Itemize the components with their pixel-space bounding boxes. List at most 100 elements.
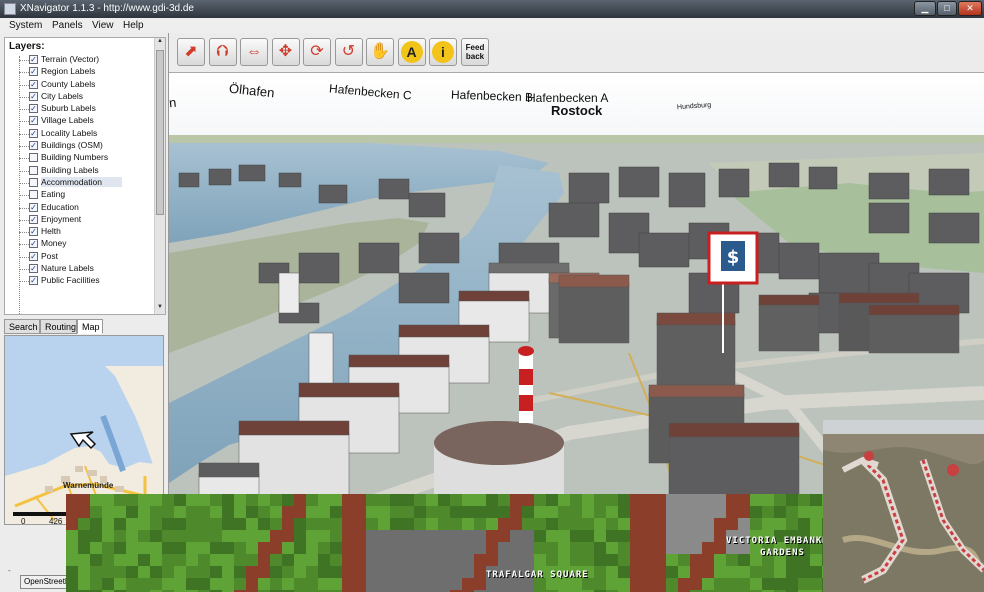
rotate-up-tool-icon: ⬈ (184, 43, 198, 60)
menu-bar: System Panels View Help (0, 18, 984, 33)
minimize-button[interactable]: ▁ (914, 1, 936, 16)
layer-item[interactable]: ✓ County Labels (15, 79, 155, 91)
layer-item[interactable]: ✓ City Labels (15, 91, 155, 103)
pan-hand-tool-button[interactable]: ✋ (366, 38, 394, 66)
layer-checkbox[interactable]: ✓ (29, 227, 38, 237)
menu-panels[interactable]: Panels (52, 20, 83, 31)
game-map-overlay: TRAFALGAR SQUARE VICTORIA EMBANKM GARDEN… (66, 494, 824, 592)
layer-item[interactable]: ✓ Buildings (OSM) (15, 140, 155, 152)
tree-connector (19, 244, 29, 246)
rotate-tool-button[interactable]: ⟳ (303, 38, 331, 66)
layer-item[interactable]: ✓ Locality Labels (15, 128, 155, 140)
layer-item[interactable]: ✓ Helth (15, 226, 155, 238)
layer-checkbox[interactable]: ✓ (29, 251, 38, 261)
layer-item[interactable]: ✓ Nature Labels (15, 263, 155, 275)
openstreetmap-button[interactable]: OpenStreetMap (20, 575, 70, 589)
layer-label: Locality Labels (41, 127, 98, 138)
scroll-down-icon[interactable]: ▼ (155, 304, 165, 314)
tree-connector (19, 109, 29, 111)
scroll-thumb[interactable] (156, 50, 164, 215)
tree-connector (19, 281, 29, 283)
map-dash: - (8, 566, 11, 575)
victoria-embankment-label: VICTORIA EMBANKM (726, 536, 824, 546)
layer-checkbox[interactable] (29, 165, 38, 175)
layer-item[interactable]: ✓ Money (15, 238, 155, 250)
layer-item[interactable]: ✓ Post (15, 251, 155, 263)
layer-label: Accommodation (41, 176, 122, 187)
layer-label: Nature Labels (41, 263, 94, 274)
layer-item[interactable]: ✓ Public Facilities (15, 275, 155, 287)
tree-connector (19, 219, 29, 221)
layer-item[interactable]: Eating (15, 189, 155, 201)
close-button[interactable]: ✕ (958, 1, 982, 16)
tree-connector (19, 133, 29, 135)
map-place-label: Warnemünde (63, 481, 114, 490)
layer-item[interactable]: Accommodation (15, 176, 155, 189)
layer-label: Money (41, 238, 67, 249)
tree-connector (19, 84, 29, 86)
scale-end: 426 (49, 517, 63, 525)
tab-map[interactable]: Map (77, 319, 103, 334)
layer-label: Education (41, 201, 79, 212)
info-tool-button[interactable]: i (429, 38, 457, 66)
layer-item[interactable]: ✓ Terrain (Vector) (15, 54, 155, 66)
move-horizontal-tool-button[interactable]: ⇔ (240, 38, 268, 66)
tab-routing[interactable]: Routing (40, 319, 77, 334)
menu-system[interactable]: System (9, 20, 42, 31)
layer-checkbox[interactable]: ✓ (29, 141, 38, 151)
layer-checkbox[interactable] (29, 153, 38, 163)
aerial-photo-graphic (823, 420, 984, 592)
layer-item[interactable]: ✓ Suburb Labels (15, 103, 155, 115)
tree-connector (19, 256, 29, 258)
layer-checkbox[interactable]: ✓ (29, 128, 38, 138)
scroll-up-icon[interactable]: ▲ (155, 38, 165, 48)
menu-help[interactable]: Help (123, 20, 144, 31)
layer-checkbox[interactable]: ✓ (29, 276, 38, 286)
layer-checkbox[interactable]: ✓ (29, 264, 38, 274)
layer-item[interactable]: ✓ Education (15, 202, 155, 214)
tab-search[interactable]: Search (4, 319, 40, 334)
layer-item[interactable]: ✓ Region Labels (15, 66, 155, 78)
layer-label: Post (41, 250, 59, 261)
layer-checkbox[interactable]: ✓ (29, 202, 38, 212)
tree-connector (19, 269, 29, 271)
layer-item[interactable]: Building Numbers (15, 152, 155, 164)
move-horizontal-tool-icon: ⇔ (246, 43, 262, 60)
rotate-up-tool-button[interactable]: ⬈ (177, 38, 205, 66)
tilt-tool-button[interactable]: ⮉ (208, 38, 237, 66)
app-icon (4, 3, 16, 15)
feedback-label-1: Feed (465, 43, 485, 52)
tree-connector (19, 232, 29, 234)
layer-checkbox[interactable]: ✓ (29, 239, 38, 249)
move-cross-tool-button[interactable]: ✥ (271, 38, 300, 66)
layer-checkbox[interactable]: ✓ (29, 67, 38, 77)
layer-label: Building Labels (41, 164, 99, 175)
layer-label: Region Labels (41, 66, 96, 77)
aerial-photo-overlay (823, 420, 984, 592)
layer-checkbox[interactable]: ✓ (29, 79, 38, 89)
tree-connector (19, 96, 29, 98)
menu-view[interactable]: View (92, 20, 114, 31)
layer-checkbox[interactable]: ✓ (29, 214, 38, 224)
label-tool-button[interactable]: A (397, 38, 426, 66)
svg-text:$: $ (727, 247, 740, 268)
layer-label: Terrain (Vector) (41, 54, 100, 64)
layer-checkbox[interactable] (29, 190, 38, 200)
layer-checkbox[interactable]: ✓ (29, 116, 38, 126)
turn-tool-button[interactable]: ↺ (334, 38, 363, 66)
layer-checkbox[interactable]: ✓ (29, 55, 38, 64)
gardens-label: GARDENS (760, 548, 805, 558)
layers-scrollbar[interactable]: ▲ ▼ (154, 38, 165, 314)
label-tool-icon: A (400, 41, 423, 63)
layer-checkbox[interactable]: ✓ (29, 104, 38, 114)
layer-item[interactable]: Building Labels (15, 165, 155, 177)
layer-checkbox[interactable]: ✓ (29, 91, 38, 101)
layer-item[interactable]: ✓ Enjoyment (15, 214, 155, 226)
layer-item[interactable]: ✓ Village Labels (15, 115, 155, 127)
feedback-button[interactable]: Feed back (461, 38, 489, 66)
map-label: Hafenbecken B (450, 87, 534, 105)
tree-connector (19, 121, 29, 123)
maximize-button[interactable]: □ (937, 1, 957, 16)
toolbar: i A ✋ ↺ ⟳ ✥ ⇔ ⮉ ⬈ Feed back (169, 33, 984, 73)
layer-checkbox[interactable] (29, 177, 38, 187)
